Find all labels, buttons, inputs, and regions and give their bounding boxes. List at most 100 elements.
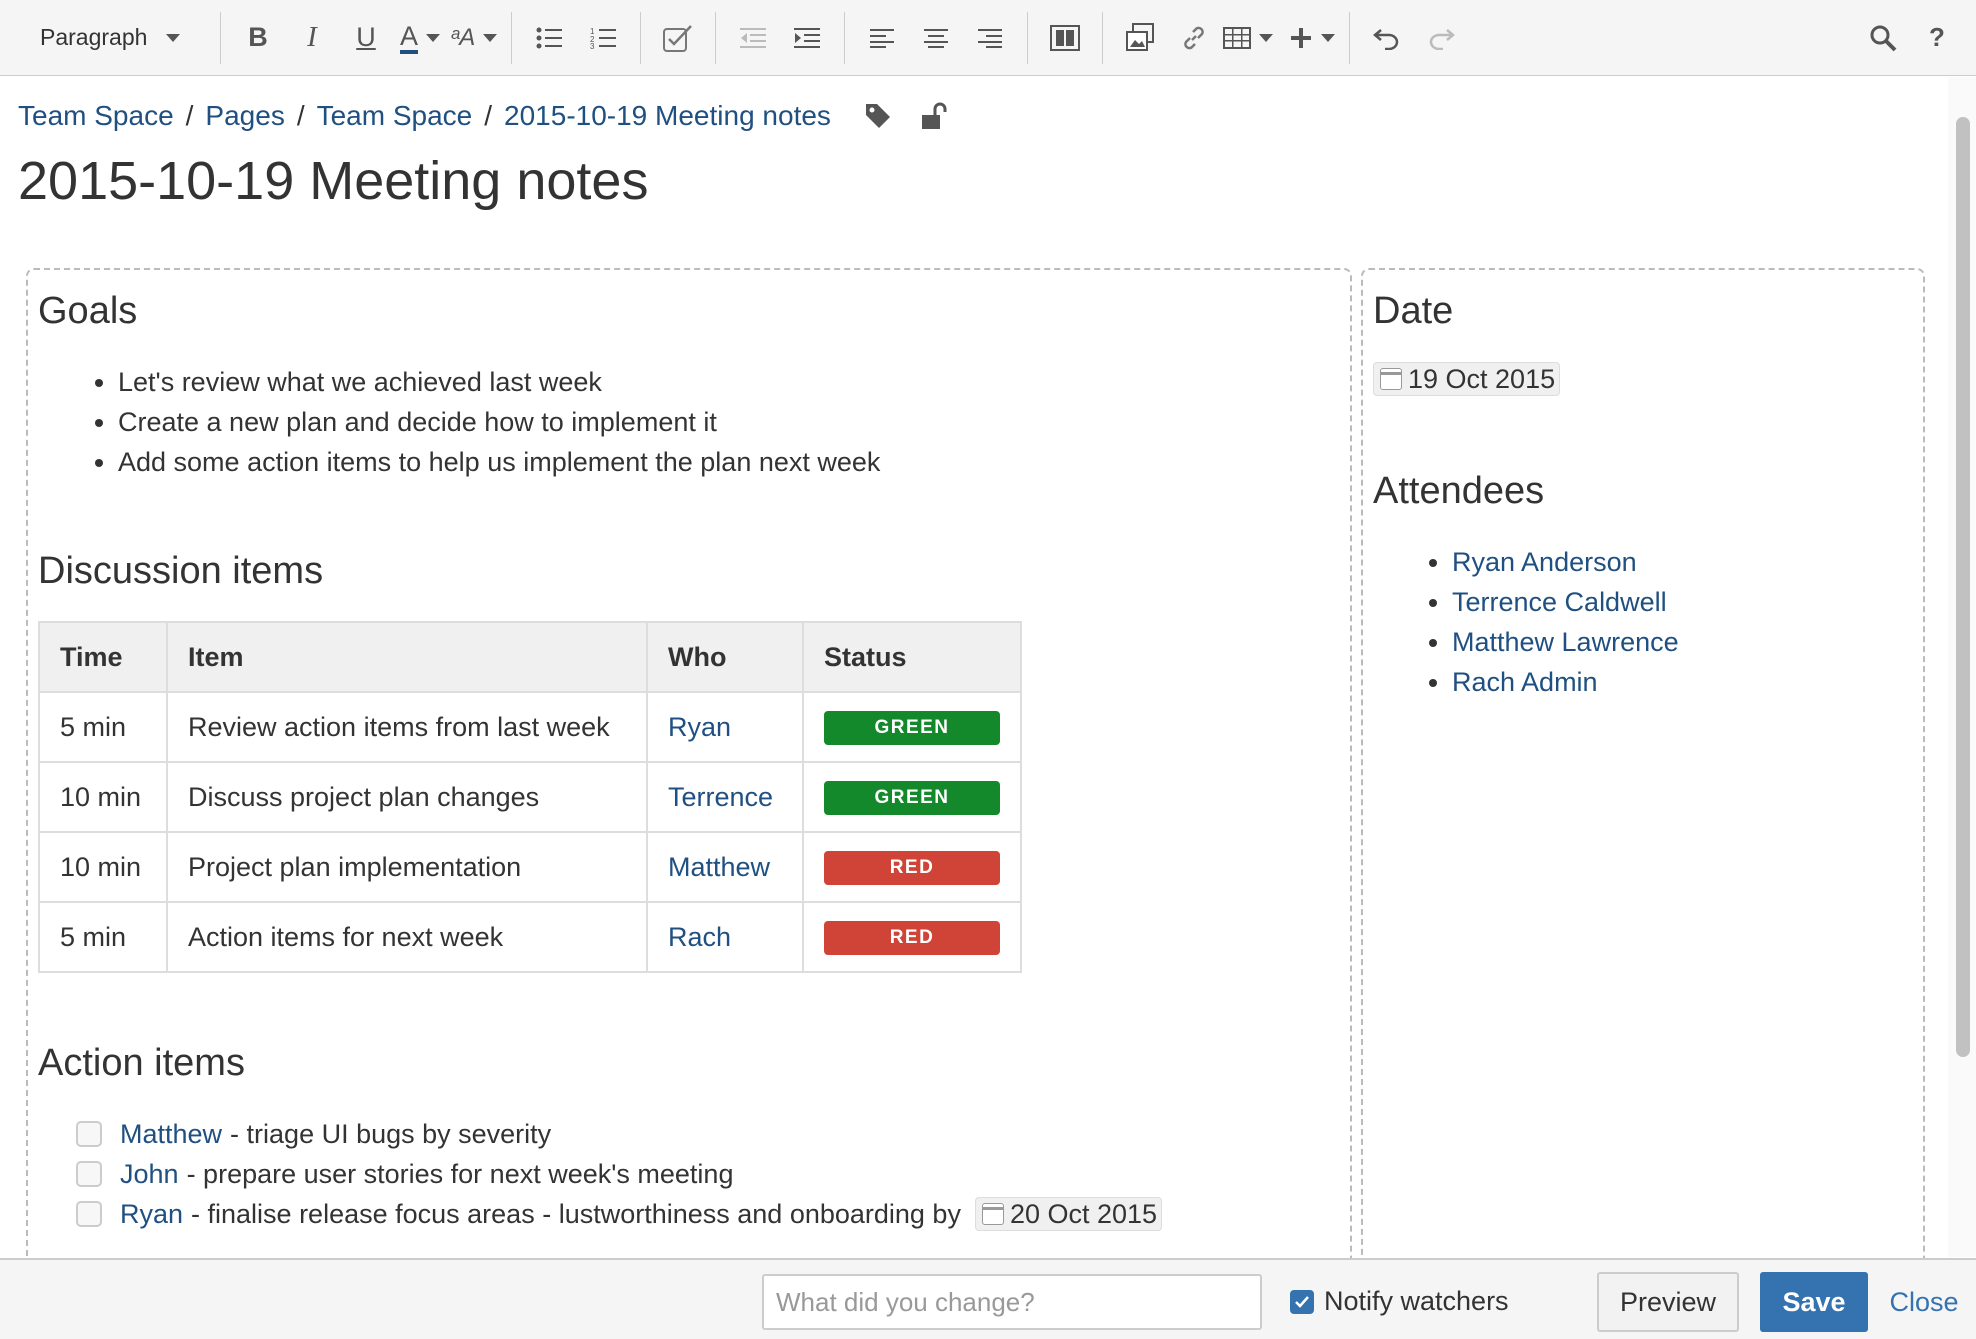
redo-button[interactable] bbox=[1414, 12, 1468, 64]
discussion-table[interactable]: Time Item Who Status 5 min Review action… bbox=[38, 621, 1022, 973]
item-cell[interactable]: Discuss project plan changes bbox=[166, 761, 648, 833]
attendees-heading[interactable]: Attendees bbox=[1373, 470, 1544, 513]
breadcrumb-link[interactable]: Team Space bbox=[18, 100, 174, 132]
page-title[interactable]: 2015-10-19 Meeting notes bbox=[18, 150, 648, 212]
discussion-heading[interactable]: Discussion items bbox=[38, 550, 323, 593]
search-button[interactable] bbox=[1856, 12, 1910, 64]
close-button[interactable]: Close bbox=[1884, 1272, 1964, 1332]
who-cell[interactable]: Matthew bbox=[646, 831, 804, 903]
text-format-button[interactable]: ᵃA bbox=[447, 12, 501, 64]
bullet-list-button[interactable] bbox=[522, 12, 576, 64]
breadcrumb-link[interactable]: Pages bbox=[205, 100, 284, 132]
outdent-button[interactable] bbox=[726, 12, 780, 64]
save-button[interactable]: Save bbox=[1760, 1272, 1868, 1332]
time-cell[interactable]: 5 min bbox=[38, 691, 168, 763]
who-cell[interactable]: Rach bbox=[646, 901, 804, 973]
task-checkbox[interactable] bbox=[76, 1121, 102, 1147]
task-text[interactable]: - prepare user stories for next week's m… bbox=[187, 1159, 734, 1190]
who-cell[interactable]: Terrence bbox=[646, 761, 804, 833]
chevron-down-icon bbox=[426, 33, 440, 42]
date-heading[interactable]: Date bbox=[1373, 290, 1453, 333]
toolbar-divider bbox=[511, 11, 512, 64]
status-cell[interactable]: RED bbox=[802, 901, 1022, 973]
user-mention-link[interactable]: John bbox=[120, 1159, 179, 1190]
content-column-side[interactable] bbox=[1361, 268, 1925, 1278]
status-lozenge[interactable]: GREEN bbox=[824, 711, 1000, 745]
item-cell[interactable]: Project plan implementation bbox=[166, 831, 648, 903]
align-left-icon bbox=[870, 28, 894, 48]
column-header-who[interactable]: Who bbox=[646, 621, 804, 693]
align-right-button[interactable] bbox=[963, 12, 1017, 64]
status-cell[interactable]: GREEN bbox=[802, 691, 1022, 763]
notify-watchers-checkbox[interactable] bbox=[1290, 1289, 1314, 1314]
user-mention-link[interactable]: Ryan bbox=[668, 712, 731, 742]
labels-button[interactable] bbox=[861, 99, 895, 133]
table-row: 10 min Discuss project plan changes Terr… bbox=[38, 761, 1022, 833]
status-lozenge[interactable]: RED bbox=[824, 921, 1000, 955]
item-cell[interactable]: Action items for next week bbox=[166, 901, 648, 973]
align-left-button[interactable] bbox=[855, 12, 909, 64]
task-checkbox[interactable] bbox=[76, 1201, 102, 1227]
user-mention-link[interactable]: Terrence bbox=[668, 782, 773, 812]
status-cell[interactable]: RED bbox=[802, 831, 1022, 903]
preview-button[interactable]: Preview bbox=[1597, 1272, 1739, 1332]
notify-watchers-toggle[interactable]: Notify watchers bbox=[1290, 1286, 1509, 1317]
undo-button[interactable] bbox=[1360, 12, 1414, 64]
time-cell[interactable]: 10 min bbox=[38, 831, 168, 903]
status-lozenge[interactable]: RED bbox=[824, 851, 1000, 885]
goals-heading[interactable]: Goals bbox=[38, 290, 137, 333]
attendee-mention-link[interactable]: Matthew Lawrence bbox=[1452, 622, 1679, 662]
column-header-status[interactable]: Status bbox=[802, 621, 1022, 693]
action-items-heading[interactable]: Action items bbox=[38, 1042, 245, 1085]
attendee-mention-link[interactable]: Ryan Anderson bbox=[1452, 542, 1679, 582]
task-text[interactable]: - triage UI bugs by severity bbox=[230, 1119, 551, 1150]
link-button[interactable] bbox=[1167, 12, 1221, 64]
paragraph-style-dropdown[interactable]: Paragraph bbox=[0, 12, 210, 64]
goals-list[interactable]: Let's review what we achieved last week … bbox=[118, 362, 880, 482]
list-item[interactable]: Create a new plan and decide how to impl… bbox=[118, 402, 880, 442]
numbered-list-button[interactable]: 123 bbox=[576, 12, 630, 64]
insert-image-button[interactable] bbox=[1113, 12, 1167, 64]
who-cell[interactable]: Ryan bbox=[646, 691, 804, 763]
paragraph-style-label: Paragraph bbox=[40, 24, 148, 50]
task-text[interactable]: - finalise release focus areas - lustwor… bbox=[191, 1199, 961, 1230]
date-lozenge[interactable]: 19 Oct 2015 bbox=[1373, 362, 1561, 396]
column-header-item[interactable]: Item bbox=[166, 621, 648, 693]
task-list-button[interactable] bbox=[651, 12, 705, 64]
status-cell[interactable]: GREEN bbox=[802, 761, 1022, 833]
align-center-button[interactable] bbox=[909, 12, 963, 64]
list-item[interactable]: Add some action items to help us impleme… bbox=[118, 442, 880, 482]
time-cell[interactable]: 10 min bbox=[38, 761, 168, 833]
table-row: 5 min Review action items from last week… bbox=[38, 691, 1022, 763]
breadcrumb-link[interactable]: 2015-10-19 Meeting notes bbox=[504, 100, 831, 132]
time-cell[interactable]: 5 min bbox=[38, 901, 168, 973]
insert-more-button[interactable] bbox=[1285, 12, 1339, 64]
due-date-lozenge[interactable]: 20 Oct 2015 bbox=[974, 1197, 1163, 1231]
list-item[interactable]: Let's review what we achieved last week bbox=[118, 362, 880, 402]
scrollbar-thumb[interactable] bbox=[1956, 117, 1970, 1057]
indent-button[interactable] bbox=[780, 12, 834, 64]
column-header-time[interactable]: Time bbox=[38, 621, 168, 693]
attendee-mention-link[interactable]: Terrence Caldwell bbox=[1452, 582, 1679, 622]
italic-button[interactable]: I bbox=[285, 12, 339, 64]
item-cell[interactable]: Review action items from last week bbox=[166, 691, 648, 763]
user-mention-link[interactable]: Matthew bbox=[668, 852, 770, 882]
user-mention-link[interactable]: Matthew bbox=[120, 1119, 222, 1150]
vertical-scrollbar[interactable] bbox=[1948, 77, 1976, 1257]
user-mention-link[interactable]: Rach bbox=[668, 922, 731, 952]
task-list: Matthew - triage UI bugs by severity Joh… bbox=[76, 1114, 1163, 1234]
page-layout-button[interactable] bbox=[1038, 12, 1092, 64]
bold-button[interactable]: B bbox=[231, 12, 285, 64]
attendee-mention-link[interactable]: Rach Admin bbox=[1452, 662, 1679, 702]
version-comment-input[interactable] bbox=[762, 1274, 1262, 1330]
underline-button[interactable]: U bbox=[339, 12, 393, 64]
toolbar-divider bbox=[1102, 11, 1103, 64]
restrictions-button[interactable] bbox=[917, 99, 951, 133]
text-color-button[interactable]: A bbox=[393, 12, 447, 64]
status-lozenge[interactable]: GREEN bbox=[824, 781, 1000, 815]
table-button[interactable] bbox=[1221, 12, 1275, 64]
user-mention-link[interactable]: Ryan bbox=[120, 1199, 183, 1230]
help-button[interactable]: ? bbox=[1910, 12, 1964, 64]
breadcrumb-link[interactable]: Team Space bbox=[317, 100, 473, 132]
task-checkbox[interactable] bbox=[76, 1161, 102, 1187]
